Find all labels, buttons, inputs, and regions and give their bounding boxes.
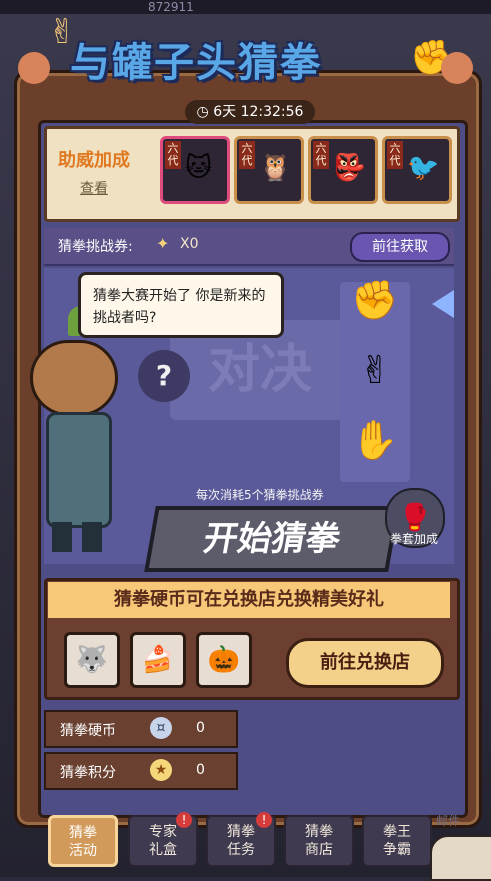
star-icon: ★ bbox=[150, 759, 172, 781]
coin-label: 猜拳硬币 bbox=[60, 723, 116, 739]
character-leg bbox=[82, 522, 102, 552]
coin-value: 0 bbox=[196, 720, 205, 736]
jar-head bbox=[30, 340, 118, 416]
right-mascot-icon bbox=[441, 52, 473, 84]
glove-bonus-label: 拳套加成 bbox=[390, 532, 439, 546]
card-tag: 六代 bbox=[313, 141, 329, 169]
go-to-shop-button[interactable]: 前往兑换店 bbox=[286, 638, 444, 688]
support-card-2[interactable]: 六代 🦉 bbox=[234, 136, 304, 204]
card-tag: 六代 bbox=[387, 141, 403, 169]
cake-icon: 🍰 bbox=[141, 645, 175, 675]
paper-hand-icon[interactable]: ✋ bbox=[347, 412, 403, 468]
card-tag: 六代 bbox=[165, 141, 181, 169]
speech-bubble: 猜拳大赛开始了 你是新来的挑战者吗? bbox=[78, 272, 284, 338]
pointer-arrow-icon bbox=[432, 290, 454, 318]
mail-label[interactable]: 邮件 bbox=[436, 812, 460, 829]
coin-stat: 猜拳硬币 ¤ 0 bbox=[44, 710, 238, 748]
tab-label: 猜拳 bbox=[305, 824, 333, 840]
currency-value: 872911 bbox=[148, 0, 194, 14]
ticket-label: 猜拳挑战券: bbox=[58, 239, 133, 255]
support-bonus-label: 助威加成 bbox=[58, 150, 130, 171]
tab-event[interactable]: 猜拳 活动 bbox=[48, 815, 118, 867]
start-cost-text: 每次消耗5个猜拳挑战券 bbox=[196, 488, 324, 502]
clock-icon: ◷ bbox=[196, 104, 209, 120]
view-support-link[interactable]: 查看 bbox=[80, 178, 108, 198]
coin-icon: ¤ bbox=[150, 717, 172, 739]
tab-label: 拳王 bbox=[383, 824, 411, 840]
rock-hand-icon[interactable]: ✊ bbox=[347, 272, 403, 328]
reward-cake[interactable]: 🍰 bbox=[130, 632, 186, 688]
support-card-1[interactable]: 六代 🐱 bbox=[160, 136, 230, 204]
character-dark-bird-icon: 🐦 bbox=[407, 153, 440, 183]
shop-banner: 猜拳硬币可在兑换店兑换精美好礼 bbox=[48, 582, 450, 618]
ticket-count: X0 bbox=[180, 236, 199, 252]
tab-label: 争霸 bbox=[383, 842, 411, 858]
score-stat: 猜拳积分 ★ 0 bbox=[44, 752, 238, 790]
event-title: 与罐子头猜拳 bbox=[70, 40, 322, 86]
reward-avatar-frame[interactable]: 🐺 bbox=[64, 632, 120, 688]
get-tickets-button[interactable]: 前往获取 bbox=[350, 232, 450, 262]
character-white-cat-icon: 🐱 bbox=[185, 153, 213, 183]
avatar-frame-icon: 🐺 bbox=[75, 645, 109, 675]
ticket-icon: ✦ bbox=[156, 234, 170, 253]
character-leg bbox=[52, 522, 72, 552]
character-brown-owl-icon: 🦉 bbox=[259, 153, 292, 183]
character-body bbox=[46, 412, 112, 528]
support-card-3[interactable]: 六代 👺 bbox=[308, 136, 378, 204]
tab-shop[interactable]: 猜拳 商店 bbox=[284, 815, 354, 867]
alert-badge: ! bbox=[176, 812, 192, 828]
start-button[interactable]: 开始猜拳 bbox=[144, 506, 400, 572]
tab-label: 任务 bbox=[227, 842, 255, 858]
alert-badge: ! bbox=[256, 812, 272, 828]
countdown-timer: ◷ 6天 12:32:56 bbox=[185, 100, 315, 124]
question-icon: ? bbox=[138, 350, 190, 402]
tab-label: 活动 bbox=[69, 843, 97, 859]
countdown-text: 6天 12:32:56 bbox=[213, 104, 304, 120]
tab-champion[interactable]: 拳王 争霸 bbox=[362, 815, 432, 867]
jar-head-character bbox=[24, 300, 134, 555]
character-icon: 🎃 bbox=[207, 645, 241, 675]
corner-shortcut-button[interactable] bbox=[430, 835, 491, 881]
support-card-4[interactable]: 六代 🐦 bbox=[382, 136, 452, 204]
tab-label: 商店 bbox=[305, 842, 333, 858]
tab-label: 礼盒 bbox=[149, 842, 177, 858]
reward-character[interactable]: 🎃 bbox=[196, 632, 252, 688]
tab-label: 猜拳 bbox=[69, 825, 97, 841]
character-red-mask-icon: 👺 bbox=[333, 153, 366, 183]
score-label: 猜拳积分 bbox=[60, 765, 116, 781]
card-tag: 六代 bbox=[239, 141, 255, 169]
left-mascot-icon bbox=[18, 52, 50, 84]
score-value: 0 bbox=[196, 762, 205, 778]
scissors-hand-icon[interactable]: ✌ bbox=[347, 342, 403, 398]
